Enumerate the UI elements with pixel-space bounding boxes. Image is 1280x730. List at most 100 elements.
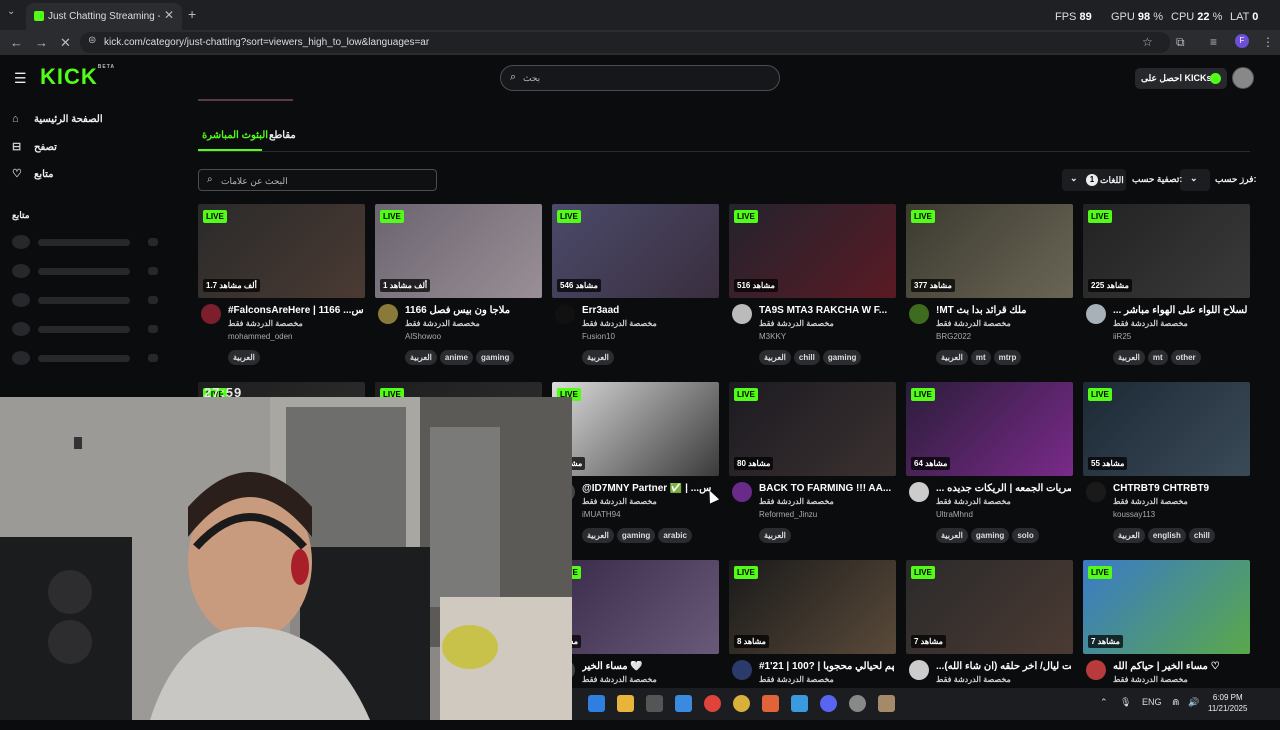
system-clock[interactable]: 6:09 PM 11/21/2025 — [1208, 692, 1247, 714]
kick-logo[interactable]: KICKBETA — [40, 64, 115, 90]
stream-category[interactable]: مخصصة الدردشة فقط — [936, 497, 1011, 506]
stream-thumbnail[interactable]: LIVE 516 مشاهد — [729, 204, 896, 298]
bookmark-star-icon[interactable]: ☆ — [1142, 35, 1153, 49]
stream-tag[interactable]: العربية — [582, 350, 614, 365]
browser-tab[interactable]: Just Chatting Streaming - Live ✕ — [26, 3, 182, 30]
stream-tag[interactable]: gaming — [616, 528, 656, 543]
new-tab-icon[interactable]: + — [188, 6, 196, 22]
stream-card[interactable]: LIVE 80 مشاهد BACK TO FARMING !!! AA... مخص… — [729, 382, 896, 552]
stream-thumbnail[interactable]: LIVEمشاهد — [552, 382, 719, 476]
stream-tag[interactable]: mt — [970, 350, 991, 365]
stream-tag[interactable]: mtrp — [993, 350, 1022, 365]
channel-avatar[interactable] — [732, 304, 752, 324]
stop-loading-icon[interactable]: ✕ — [60, 35, 71, 51]
stream-thumbnail[interactable]: LIVE 225 مشاهد — [1083, 204, 1250, 298]
stream-category[interactable]: مخصصة الدردشة فقط — [936, 675, 1011, 684]
stream-title[interactable]: ... الفاقد السلاح اللواء على الهواء مباش… — [1113, 305, 1248, 316]
stream-tag[interactable]: other — [1170, 350, 1201, 365]
tab-clips[interactable]: مقاطع — [269, 130, 296, 141]
channel-name[interactable]: M3KKY — [759, 332, 786, 341]
color-icon[interactable] — [762, 695, 779, 712]
stream-title[interactable]: #1'21 | 100? | اللهم لحيالي محجوبا — [759, 661, 894, 672]
stream-tag[interactable]: english — [1147, 528, 1186, 543]
stream-tag[interactable]: العربية — [228, 350, 260, 365]
languages-filter-dropdown[interactable]: ⌄ 1 اللغات — [1062, 169, 1126, 191]
stream-card[interactable]: LIVE 64 مشاهد ... عصريات الجمعه | الريكات … — [906, 382, 1073, 552]
stream-tag[interactable]: arabic — [658, 528, 692, 543]
channel-name[interactable]: koussay113 — [1113, 510, 1155, 519]
channel-name[interactable]: iMUATH94 — [582, 510, 621, 519]
volume-icon[interactable]: 🔊 — [1188, 697, 1199, 708]
stream-card[interactable]: LIVE 546 مشاهد Err3aad مخصصة الدردشة فقط Fus… — [552, 204, 719, 374]
stream-thumbnail[interactable]: LIVEمشاه — [552, 560, 719, 654]
stream-title[interactable]: !MT ملك قرائد بدا بث — [936, 305, 1071, 316]
stream-tag[interactable]: chill — [1188, 528, 1215, 543]
stream-thumbnail[interactable]: LIVE 1.7 ألف مشاهد — [198, 204, 365, 298]
stream-category[interactable]: مخصصة الدردشة فقط — [1113, 319, 1188, 328]
stream-title[interactable]: CHTRBT9 CHTRBT9 — [1113, 483, 1248, 494]
stream-card[interactable]: LIVE 377 مشاهد !MT ملك قرائد بدا بث مخصصة ا… — [906, 204, 1073, 374]
stream-title[interactable]: مساء الخير | حياكم الله ♡ — [1113, 661, 1248, 672]
stream-card[interactable]: LIVE 1 ألف مشاهد 1166 ملاجا ون بيس فصل مخصص… — [375, 204, 542, 374]
sidebar-item-home[interactable]: ⌂ الصفحة الرئيسية — [12, 113, 103, 125]
channel-name[interactable]: mohammed_oden — [228, 332, 292, 341]
stream-category[interactable]: مخصصة الدردشة فقط — [228, 319, 303, 328]
stream-category[interactable]: مخصصة الدردشة فقط — [1113, 497, 1188, 506]
channel-name[interactable]: BRG2022 — [936, 332, 971, 341]
channel-avatar[interactable] — [909, 482, 929, 502]
stream-tag[interactable]: gaming — [970, 528, 1010, 543]
stream-category[interactable]: مخصصة الدردشة فقط — [582, 675, 657, 684]
edge-icon[interactable] — [588, 695, 605, 712]
stream-title[interactable]: 1166 ملاجا ون بيس فصل — [405, 305, 540, 316]
stream-card[interactable]: LIVE 1.7 ألف مشاهد #FalconsAreHere | 1166 … — [198, 204, 365, 374]
tag-search-input[interactable]: ⌕ البحث عن علامات — [198, 169, 437, 191]
stream-tag[interactable]: العربية — [1113, 528, 1145, 543]
stream-tag[interactable]: mt — [1147, 350, 1168, 365]
stream-category[interactable]: مخصصة الدردشة فقط — [936, 319, 1011, 328]
channel-avatar[interactable] — [909, 304, 929, 324]
stream-category[interactable]: مخصصة الدردشة فقط — [582, 319, 657, 328]
site-info-icon[interactable]: ⊜ — [88, 35, 96, 46]
norton-icon[interactable] — [733, 695, 750, 712]
stream-tag[interactable]: العربية — [936, 350, 968, 365]
channel-avatar[interactable] — [555, 304, 575, 324]
extensions-icon[interactable]: ⧉ — [1176, 35, 1185, 50]
stream-thumbnail[interactable]: LIVE 7 مشاهد — [906, 560, 1073, 654]
hamburger-menu-icon[interactable]: ☰ — [14, 70, 27, 87]
channel-name[interactable]: Fusion10 — [582, 332, 615, 341]
get-kicks-button[interactable]: احصل على KICKs — [1135, 68, 1227, 89]
chrome-icon[interactable] — [704, 695, 721, 712]
stream-tag[interactable]: solo — [1012, 528, 1039, 543]
explorer-icon[interactable] — [617, 695, 634, 712]
channel-avatar[interactable] — [1086, 660, 1106, 680]
stream-title[interactable]: BACK TO FARMING !!! AA... — [759, 483, 894, 494]
sort-dropdown[interactable]: ⌄ — [1180, 169, 1210, 191]
close-tab-icon[interactable]: ✕ — [164, 8, 174, 22]
channel-avatar[interactable] — [732, 660, 752, 680]
stream-tag[interactable]: anime — [439, 350, 473, 365]
stream-card[interactable]: LIVEمشاهد @ID7MNY Partner ✅ | ...س مخصصة ا… — [552, 382, 719, 552]
channel-name[interactable]: iiR25 — [1113, 332, 1131, 341]
channel-avatar[interactable] — [732, 482, 752, 502]
keyboard-language[interactable]: ENG — [1142, 697, 1162, 707]
stream-thumbnail[interactable]: LIVE 377 مشاهد — [906, 204, 1073, 298]
wifi-icon[interactable]: ⋒ — [1172, 697, 1180, 708]
stream-category[interactable]: مخصصة الدردشة فقط — [759, 497, 834, 506]
stream-tag[interactable]: العربية — [936, 528, 968, 543]
stream-card[interactable]: LIVE 225 مشاهد ... الفاقد السلاح اللواء عل… — [1083, 204, 1250, 374]
stream-thumbnail[interactable]: LIVE 55 مشاهد — [1083, 382, 1250, 476]
channel-avatar[interactable] — [1086, 304, 1106, 324]
url-field[interactable]: ⊜ kick.com/category/just-chatting?sort=v… — [80, 32, 1170, 53]
stream-tag[interactable]: العربية — [759, 528, 791, 543]
stream-title[interactable]: @ID7MNY Partner ✅ | ...س — [582, 483, 717, 494]
stream-thumbnail[interactable]: LIVE 64 مشاهد — [906, 382, 1073, 476]
discord-icon[interactable] — [820, 695, 837, 712]
stream-thumbnail[interactable]: LIVE 7 مشاهد — [1083, 560, 1250, 654]
channel-name[interactable]: UltraMhnd — [936, 510, 973, 519]
steam-icon[interactable] — [849, 695, 866, 712]
menu-kebab-icon[interactable]: ⋮ — [1262, 35, 1274, 49]
stream-title[interactable]: #FalconsAreHere | 1166 ...س — [228, 305, 363, 316]
stream-title[interactable]: Err3aad — [582, 305, 717, 316]
user-avatar[interactable] — [1232, 67, 1254, 89]
stream-thumbnail[interactable]: LIVE 1 ألف مشاهد — [375, 204, 542, 298]
